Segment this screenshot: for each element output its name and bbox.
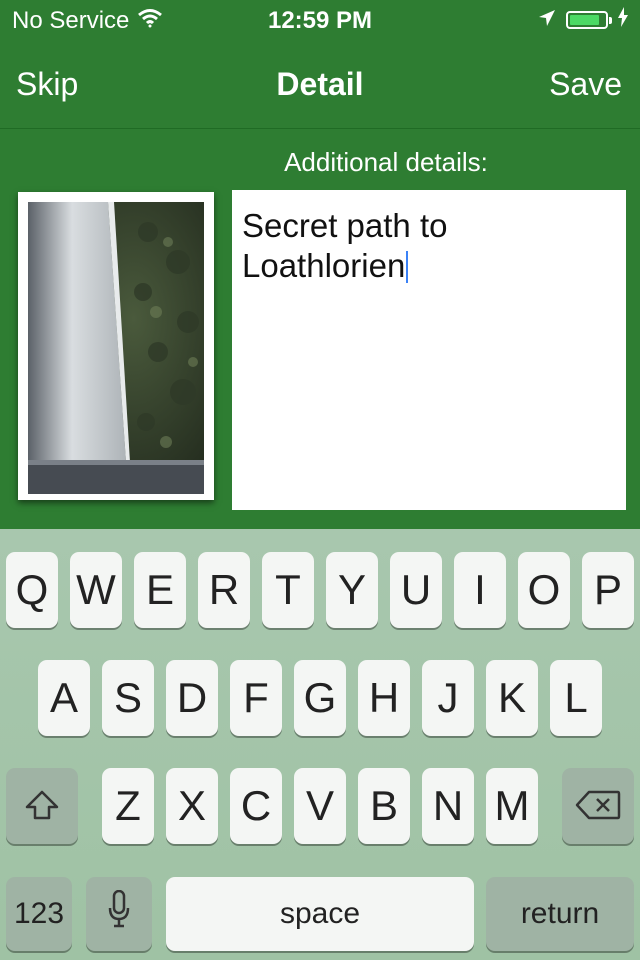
microphone-icon [108, 889, 130, 938]
save-button[interactable]: Save [549, 66, 622, 103]
key-g[interactable]: G [294, 660, 346, 736]
key-z[interactable]: Z [102, 768, 154, 844]
text-caret [406, 251, 409, 283]
key-l[interactable]: L [550, 660, 602, 736]
status-right [538, 6, 628, 34]
key-q[interactable]: Q [6, 552, 58, 628]
return-key[interactable]: return [486, 877, 634, 951]
key-j[interactable]: J [422, 660, 474, 736]
key-n[interactable]: N [422, 768, 474, 844]
key-e[interactable]: E [134, 552, 186, 628]
key-p[interactable]: P [582, 552, 634, 628]
key-w[interactable]: W [70, 552, 122, 628]
key-f[interactable]: F [230, 660, 282, 736]
key-y[interactable]: Y [326, 552, 378, 628]
key-i[interactable]: I [454, 552, 506, 628]
shift-arrow-icon [25, 782, 59, 830]
key-s[interactable]: S [102, 660, 154, 736]
battery-fill [570, 15, 599, 25]
photo-thumbnail[interactable] [18, 192, 214, 500]
key-r[interactable]: R [198, 552, 250, 628]
numbers-key[interactable]: 123 [6, 877, 72, 951]
key-x[interactable]: X [166, 768, 218, 844]
navigation-bar: Skip Detail Save [0, 40, 640, 129]
dictation-key[interactable] [86, 877, 152, 951]
details-text-area[interactable]: Secret path to Loathlorien [232, 190, 626, 510]
key-u[interactable]: U [390, 552, 442, 628]
key-a[interactable]: A [38, 660, 90, 736]
keyboard: Q W E R T Y U I O P A S D F G H J K L Z … [0, 529, 640, 960]
key-v[interactable]: V [294, 768, 346, 844]
details-text: Secret path to Loathlorien [242, 207, 448, 284]
key-b[interactable]: B [358, 768, 410, 844]
status-bar: No Service 12:59 PM [0, 0, 640, 40]
space-key[interactable]: space [166, 877, 474, 951]
photo-image [28, 202, 204, 494]
additional-details-label: Additional details: [284, 147, 488, 177]
location-arrow-icon [538, 6, 556, 34]
key-o[interactable]: O [518, 552, 570, 628]
page-title: Detail [276, 66, 364, 102]
charging-bolt-icon [618, 6, 628, 34]
shift-key[interactable] [6, 768, 78, 844]
key-k[interactable]: K [486, 660, 538, 736]
delete-key[interactable] [562, 768, 634, 844]
key-d[interactable]: D [166, 660, 218, 736]
battery-icon [566, 11, 612, 29]
backspace-icon [575, 782, 621, 830]
key-t[interactable]: T [262, 552, 314, 628]
key-c[interactable]: C [230, 768, 282, 844]
key-h[interactable]: H [358, 660, 410, 736]
key-m[interactable]: M [486, 768, 538, 844]
